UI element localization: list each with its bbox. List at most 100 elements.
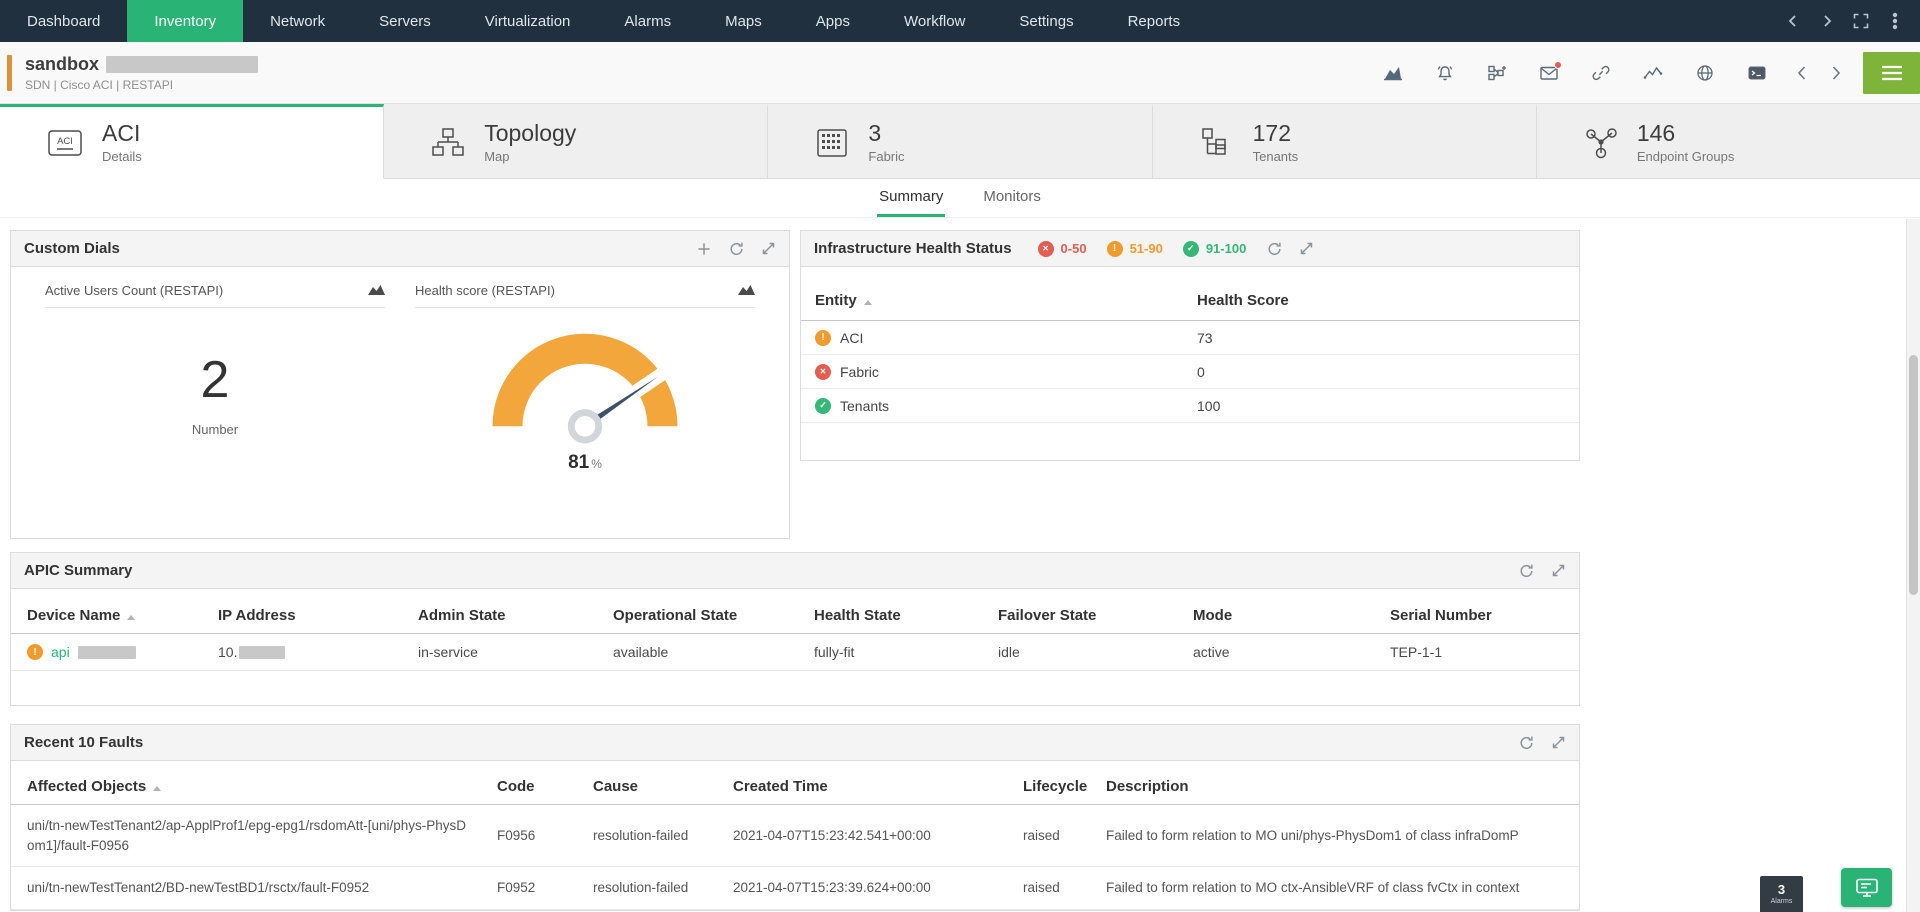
refresh-icon[interactable]: [1518, 563, 1534, 579]
refresh-icon[interactable]: [1266, 241, 1282, 257]
tab-card-subtitle: Endpoint Groups: [1637, 149, 1735, 164]
fullscreen-toggle-icon[interactable]: [1848, 8, 1874, 34]
mail-icon[interactable]: [1529, 56, 1569, 90]
device-header: sandbox SDN | Cisco ACI | RESTAPI: [0, 42, 1920, 104]
column-header-lifecycle[interactable]: Lifecycle: [1023, 778, 1106, 795]
health-state: fully-fit: [814, 644, 998, 660]
column-header-serial-number[interactable]: Serial Number: [1390, 607, 1563, 624]
fault-description: Failed to form relation to MO ctx-Ansibl…: [1106, 880, 1563, 895]
entity-name: Fabric: [840, 364, 879, 380]
column-header-ip-address[interactable]: IP Address: [218, 607, 418, 624]
nav-item-settings[interactable]: Settings: [992, 0, 1100, 42]
column-header-description[interactable]: Description: [1106, 778, 1563, 795]
tab-card-tenants[interactable]: 172 Tenants: [1153, 104, 1537, 179]
alarm-bell-icon[interactable]: [1425, 56, 1465, 90]
chat-console-icon: [1855, 877, 1879, 899]
expand-icon[interactable]: [1550, 735, 1566, 751]
alarm-label: Alarms: [1771, 898, 1793, 905]
fault-cause: resolution-failed: [593, 880, 733, 895]
tab-card-topology-map[interactable]: Topology Map: [384, 104, 768, 179]
critical-icon: [1038, 241, 1054, 257]
tab-monitors[interactable]: Monitors: [981, 188, 1043, 217]
legend-label: 0-50: [1061, 241, 1087, 256]
nav-prev-chevron-icon[interactable]: [1780, 8, 1806, 34]
legend-label: 91-100: [1206, 241, 1246, 256]
warning-icon: [1107, 241, 1123, 257]
tenants-tree-icon: [1199, 126, 1235, 160]
warning-icon: [27, 644, 43, 660]
vertical-scrollbar: [1906, 219, 1920, 912]
legend-warning: 51-90: [1107, 241, 1163, 257]
tab-card-title: 146: [1637, 121, 1735, 146]
nav-right-tools: [1780, 0, 1920, 42]
nav-item-dashboard[interactable]: Dashboard: [0, 0, 127, 42]
fault-lifecycle: raised: [1023, 880, 1106, 895]
nav-label: Dashboard: [27, 13, 100, 30]
tab-card-subtitle: Details: [102, 149, 142, 164]
nav-item-workflow[interactable]: Workflow: [877, 0, 992, 42]
column-header-health-state[interactable]: Health State: [814, 607, 998, 624]
health-score-value: 100: [1197, 398, 1565, 414]
prev-device-chevron-icon[interactable]: [1789, 60, 1815, 86]
tab-card-endpoint-groups[interactable]: 146 Endpoint Groups: [1537, 104, 1920, 179]
admin-state: in-service: [418, 644, 613, 660]
nav-item-maps[interactable]: Maps: [698, 0, 789, 42]
sparkline-icon[interactable]: [1633, 56, 1673, 90]
mode: active: [1193, 644, 1390, 660]
tab-label: Summary: [879, 188, 943, 205]
alarms-badge[interactable]: 3 Alarms: [1760, 876, 1803, 912]
expand-icon[interactable]: [760, 241, 776, 257]
tab-card-aci-details[interactable]: ACI ACI Details: [0, 104, 384, 179]
fault-description: Failed to form relation to MO uni/phys-P…: [1106, 828, 1563, 843]
terminal-icon[interactable]: [1737, 56, 1777, 90]
refresh-icon[interactable]: [728, 241, 744, 257]
nav-next-chevron-icon[interactable]: [1814, 8, 1840, 34]
dial-active-users: Active Users Count (RESTAPI) 2 Number: [45, 283, 385, 474]
column-header-cause[interactable]: Cause: [593, 778, 733, 795]
kebab-menu-icon[interactable]: [1882, 8, 1908, 34]
expand-icon[interactable]: [1550, 563, 1566, 579]
link-icon[interactable]: [1581, 56, 1621, 90]
column-header-affected-objects[interactable]: Affected Objects: [27, 778, 497, 795]
device-group-icon[interactable]: [1477, 56, 1517, 90]
performance-chart-icon[interactable]: [1373, 56, 1413, 90]
nav-item-inventory[interactable]: Inventory: [127, 0, 243, 42]
refresh-icon[interactable]: [1518, 735, 1534, 751]
column-header-mode[interactable]: Mode: [1193, 607, 1390, 624]
column-header-failover-state[interactable]: Failover State: [998, 607, 1193, 624]
add-dial-icon[interactable]: [696, 241, 712, 257]
main-content: Custom Dials Active Users Count: [0, 218, 1920, 911]
nav-item-virtualization[interactable]: Virtualization: [458, 0, 598, 42]
scrollbar-thumb[interactable]: [1909, 355, 1918, 595]
area-chart-icon: [738, 283, 755, 298]
hamburger-menu-button[interactable]: [1863, 52, 1920, 94]
device-info: sandbox SDN | Cisco ACI | RESTAPI: [25, 54, 258, 92]
column-header-device-name[interactable]: Device Name: [27, 607, 218, 624]
column-header-entity[interactable]: Entity: [815, 292, 1197, 309]
tab-summary[interactable]: Summary: [877, 188, 945, 217]
endpoint-groups-icon: [1583, 126, 1619, 160]
nav-item-alarms[interactable]: Alarms: [597, 0, 698, 42]
column-header-admin-state[interactable]: Admin State: [418, 607, 613, 624]
device-link[interactable]: api: [51, 644, 70, 660]
nav-item-apps[interactable]: Apps: [789, 0, 877, 42]
column-header-operational-state[interactable]: Operational State: [613, 607, 814, 624]
apic-table-header: Device Name IP Address Admin State Opera…: [11, 597, 1579, 634]
column-header-created-time[interactable]: Created Time: [733, 778, 1023, 795]
tab-card-fabric[interactable]: 3 Fabric: [768, 104, 1152, 179]
tab-card-subtitle: Tenants: [1253, 149, 1299, 164]
nav-item-network[interactable]: Network: [243, 0, 352, 42]
legend-clear: 91-100: [1183, 241, 1246, 257]
nav-item-reports[interactable]: Reports: [1101, 0, 1208, 42]
tab-card-title: 3: [868, 121, 904, 146]
nav-item-servers[interactable]: Servers: [352, 0, 458, 42]
next-device-chevron-icon[interactable]: [1823, 60, 1849, 86]
table-row: uni/tn-newTestTenant2/ap-ApplProf1/epg-e…: [11, 805, 1579, 867]
column-header-code[interactable]: Code: [497, 778, 593, 795]
tab-card-subtitle: Fabric: [868, 149, 904, 164]
globe-icon[interactable]: [1685, 56, 1725, 90]
serial-number: TEP-1-1: [1390, 644, 1563, 660]
expand-icon[interactable]: [1298, 241, 1314, 257]
support-chat-button[interactable]: [1841, 868, 1892, 907]
column-header-health-score[interactable]: Health Score: [1197, 292, 1565, 309]
